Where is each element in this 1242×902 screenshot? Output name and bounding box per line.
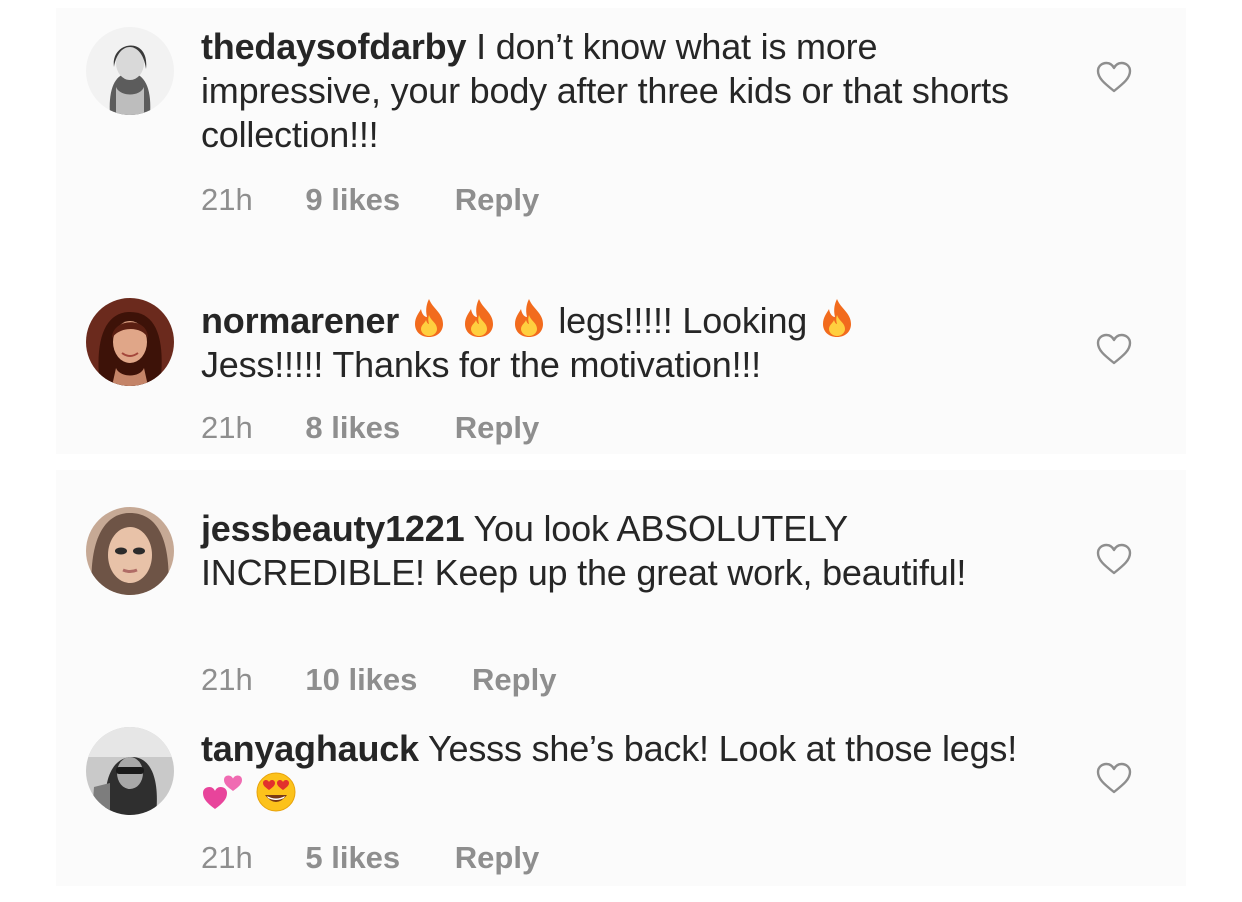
fire-emoji-icon xyxy=(514,299,543,337)
comments-screen: thedaysofdarby I don’t know what is more… xyxy=(0,0,1242,902)
heart-outline-icon[interactable] xyxy=(1096,762,1132,794)
heart-outline-icon[interactable] xyxy=(1096,61,1132,93)
avatar[interactable] xyxy=(86,507,174,595)
comment-time: 21h xyxy=(201,662,253,697)
comment-text: tanyaghauck Yesss she’s back! Look at th… xyxy=(201,727,1061,817)
avatar[interactable] xyxy=(86,727,174,815)
fire-emoji-icon xyxy=(822,299,851,337)
comment-time: 21h xyxy=(201,182,253,217)
fire-emoji-icon xyxy=(464,299,493,337)
comment-likes[interactable]: 9 likes xyxy=(305,182,400,218)
comment-username[interactable]: jessbeauty1221 xyxy=(201,508,465,549)
comment-likes[interactable]: 8 likes xyxy=(305,410,400,446)
comment-meta: 21h 10 likes Reply xyxy=(201,662,556,698)
two-hearts-emoji-icon xyxy=(203,775,242,809)
comment-time: 21h xyxy=(201,840,253,875)
comment-time: 21h xyxy=(201,410,253,445)
comment-meta: 21h 9 likes Reply xyxy=(201,182,539,218)
comment-username[interactable]: normarener xyxy=(201,300,399,341)
reply-button[interactable]: Reply xyxy=(455,840,539,876)
comment-text: jessbeauty1221 You look ABSOLUTELY INCRE… xyxy=(201,507,1061,595)
comment-likes[interactable]: 10 likes xyxy=(305,662,417,698)
heart-eyes-emoji-icon xyxy=(256,772,296,812)
reply-button[interactable]: Reply xyxy=(455,182,539,218)
comment-text: thedaysofdarby I don’t know what is more… xyxy=(201,25,1061,157)
comment-username[interactable]: thedaysofdarby xyxy=(201,26,466,67)
comment-likes[interactable]: 5 likes xyxy=(305,840,400,876)
heart-outline-icon[interactable] xyxy=(1096,333,1132,365)
avatar[interactable] xyxy=(86,298,174,386)
comment-meta: 21h 8 likes Reply xyxy=(201,410,539,446)
comment-body: Yesss she’s back! Look at those legs! xyxy=(428,728,1018,769)
reply-button[interactable]: Reply xyxy=(472,662,556,698)
comment-username[interactable]: tanyaghauck xyxy=(201,728,419,769)
heart-outline-icon[interactable] xyxy=(1096,543,1132,575)
comment-body-continued: Jess!!!!! Thanks for the motivation!!! xyxy=(201,344,761,385)
comment-body: legs!!!!! Looking xyxy=(558,300,808,341)
reply-button[interactable]: Reply xyxy=(455,410,539,446)
avatar[interactable] xyxy=(86,27,174,115)
fire-emoji-icon xyxy=(414,299,443,337)
comment-meta: 21h 5 likes Reply xyxy=(201,840,539,876)
comment-text: normarener legs!!!!! Looking Jess!!!!! T… xyxy=(201,297,1061,387)
